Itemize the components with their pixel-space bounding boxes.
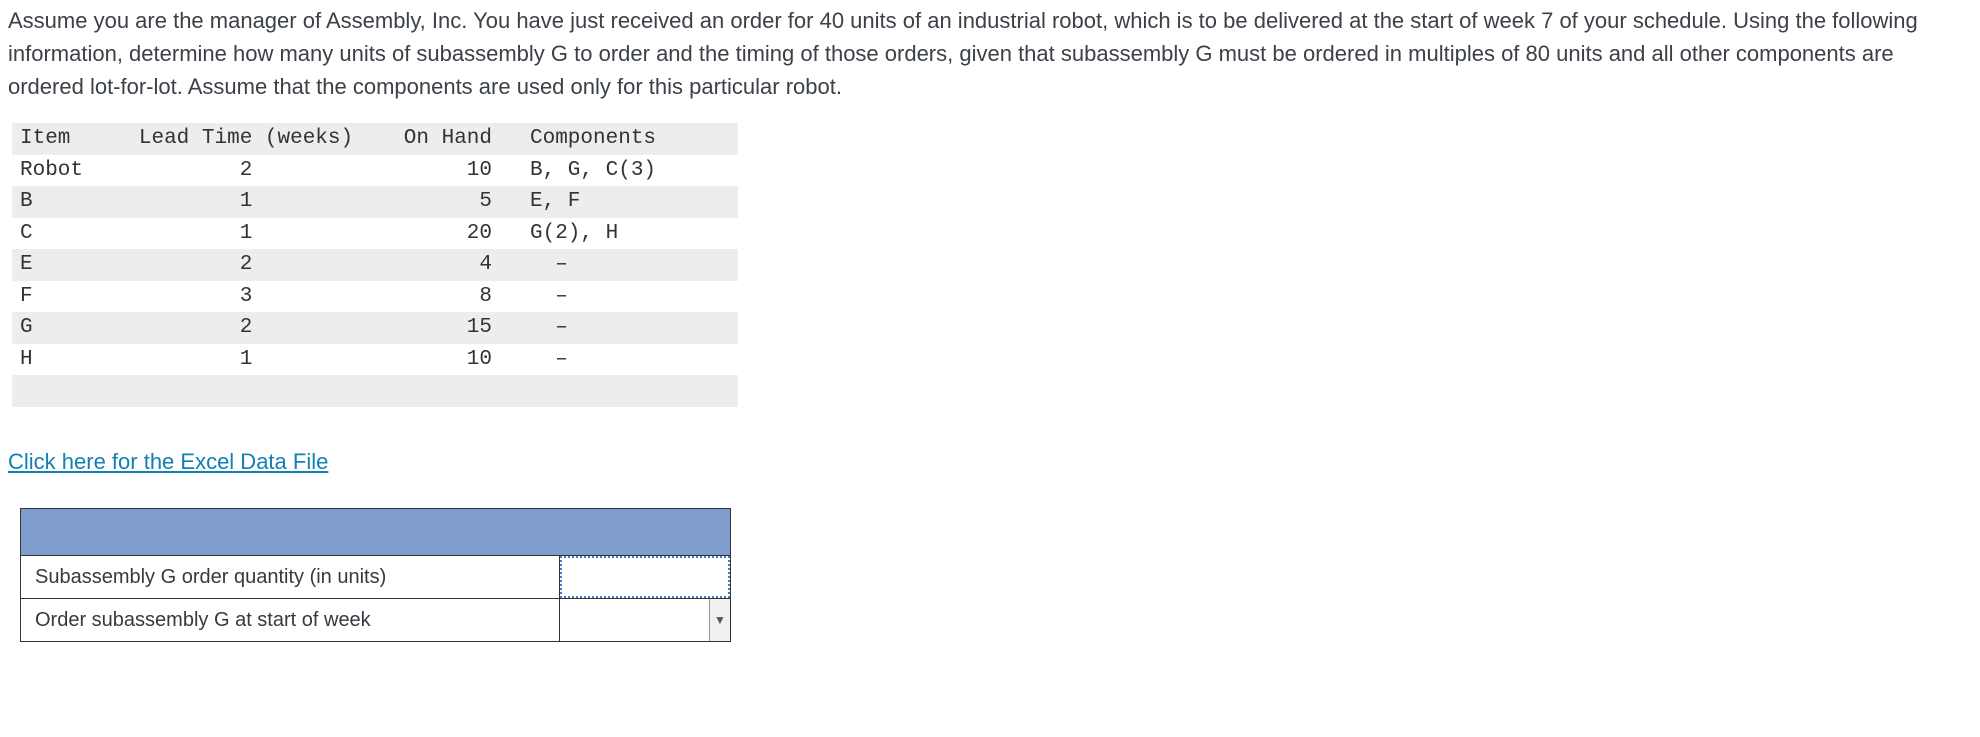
cell-oh: 8 (364, 281, 522, 313)
answer-table: Subassembly G order quantity (in units) … (20, 508, 731, 642)
cell-oh (364, 375, 522, 407)
cell-oh: 10 (364, 155, 522, 187)
th-onhand: On Hand (364, 123, 522, 155)
cell-oh: 5 (364, 186, 522, 218)
cell-comp: G(2), H (522, 218, 738, 250)
cell-item: E (12, 249, 128, 281)
cell-oh: 20 (364, 218, 522, 250)
table-row: E 2 4 – (12, 249, 738, 281)
cell-lt: 1 (128, 218, 364, 250)
table-row (12, 375, 738, 407)
cell-item: G (12, 312, 128, 344)
cell-comp: – (522, 281, 738, 313)
answer-row: Subassembly G order quantity (in units) (21, 555, 731, 598)
answer-label-week: Order subassembly G at start of week (21, 598, 560, 641)
table-row: F 3 8 – (12, 281, 738, 313)
table-row: G 2 15 – (12, 312, 738, 344)
chevron-down-icon: ▼ (709, 599, 730, 641)
cell-comp: – (522, 344, 738, 376)
cell-item: F (12, 281, 128, 313)
bom-table: Item Lead Time (weeks) On Hand Component… (12, 123, 738, 407)
answer-row: Order subassembly G at start of week ▼ (21, 598, 731, 641)
cell-item: B (12, 186, 128, 218)
cell-item: Robot (12, 155, 128, 187)
answer-input-quantity-cell (560, 555, 731, 598)
th-leadtime: Lead Time (weeks) (128, 123, 364, 155)
th-item: Item (12, 123, 128, 155)
answer-header (21, 508, 731, 555)
th-components: Components (522, 123, 738, 155)
question-text: Assume you are the manager of Assembly, … (8, 4, 1972, 103)
excel-data-file-link[interactable]: Click here for the Excel Data File (8, 445, 328, 478)
cell-oh: 15 (364, 312, 522, 344)
cell-lt: 2 (128, 155, 364, 187)
table-row: Robot 2 10 B, G, C(3) (12, 155, 738, 187)
table-row: C 1 20 G(2), H (12, 218, 738, 250)
cell-lt (128, 375, 364, 407)
table-row: B 1 5 E, F (12, 186, 738, 218)
cell-lt: 1 (128, 186, 364, 218)
answer-header-row (21, 508, 731, 555)
cell-oh: 10 (364, 344, 522, 376)
cell-item: H (12, 344, 128, 376)
cell-item: C (12, 218, 128, 250)
cell-oh: 4 (364, 249, 522, 281)
quantity-input[interactable] (560, 556, 730, 598)
cell-comp: E, F (522, 186, 738, 218)
cell-item (12, 375, 128, 407)
table-header-row: Item Lead Time (weeks) On Hand Component… (12, 123, 738, 155)
cell-comp: – (522, 249, 738, 281)
table-row: H 1 10 – (12, 344, 738, 376)
cell-lt: 2 (128, 249, 364, 281)
answer-label-quantity: Subassembly G order quantity (in units) (21, 555, 560, 598)
cell-lt: 2 (128, 312, 364, 344)
cell-comp: B, G, C(3) (522, 155, 738, 187)
cell-lt: 1 (128, 344, 364, 376)
cell-comp (522, 375, 738, 407)
week-dropdown[interactable]: ▼ (560, 599, 730, 641)
cell-comp: – (522, 312, 738, 344)
cell-lt: 3 (128, 281, 364, 313)
answer-input-week-cell: ▼ (560, 598, 731, 641)
